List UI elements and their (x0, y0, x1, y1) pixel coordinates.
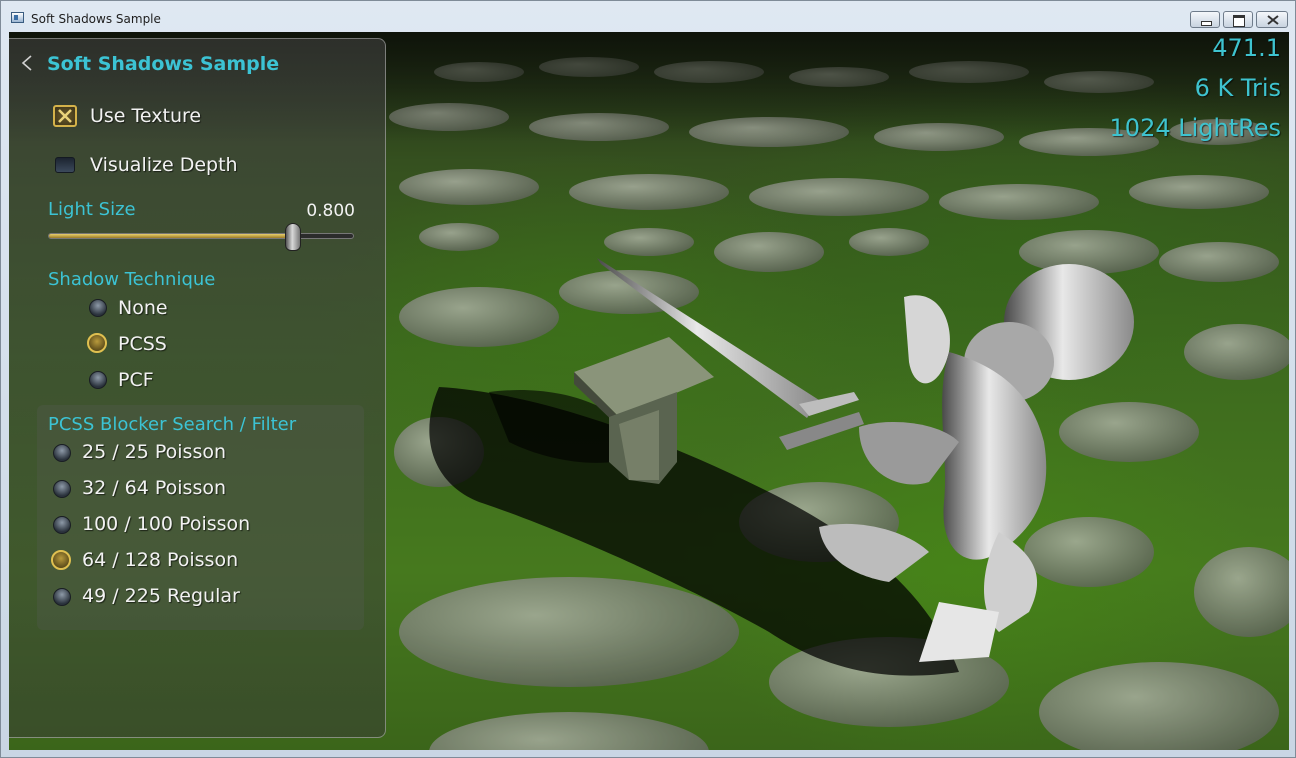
radio-filter-64-128[interactable] (51, 550, 71, 570)
shadow-pcss-label[interactable]: PCSS (118, 333, 167, 355)
slider-thumb[interactable] (284, 223, 301, 251)
light-resolution: 1024 LightRes (1109, 114, 1281, 142)
light-size-value: 0.800 (306, 201, 355, 221)
title-bar[interactable]: Soft Shadows Sample (1, 1, 1295, 32)
app-window: Soft Shadows Sample 471.1 6 K Tris 1024 … (0, 0, 1296, 758)
radio-filter-25-25[interactable] (53, 444, 71, 462)
shadow-pcf-label[interactable]: PCF (118, 369, 154, 391)
filter-32-64-label[interactable]: 32 / 64 Poisson (82, 477, 226, 499)
radio-filter-100-100[interactable] (53, 516, 71, 534)
shadow-technique-label: Shadow Technique (48, 269, 216, 290)
window-title: Soft Shadows Sample (31, 12, 161, 26)
minimize-button[interactable] (1190, 11, 1220, 28)
filter-49-225-label[interactable]: 49 / 225 Regular (82, 585, 240, 607)
radio-shadow-pcf[interactable] (89, 371, 107, 389)
close-button[interactable] (1256, 11, 1288, 28)
settings-panel: Soft Shadows Sample Use Texture Visualiz… (9, 38, 386, 738)
shadow-none-label[interactable]: None (118, 297, 168, 319)
app-icon (11, 12, 24, 23)
close-icon (1267, 15, 1279, 25)
triangle-count: 6 K Tris (1194, 74, 1281, 102)
visualize-depth-label[interactable]: Visualize Depth (90, 154, 238, 176)
filter-25-25-label[interactable]: 25 / 25 Poisson (82, 441, 226, 463)
visualize-depth-checkbox[interactable] (55, 157, 75, 173)
use-texture-checkbox[interactable] (53, 105, 77, 127)
fps-counter: 471.1 (1212, 34, 1281, 62)
panel-title: Soft Shadows Sample (47, 53, 280, 75)
checkmark-icon (58, 109, 72, 123)
filter-64-128-label[interactable]: 64 / 128 Poisson (82, 549, 238, 571)
slider-fill (49, 234, 293, 238)
radio-shadow-pcss[interactable] (87, 333, 107, 353)
maximize-button[interactable] (1223, 11, 1253, 28)
light-size-slider[interactable] (48, 233, 354, 239)
pcss-filter-label: PCSS Blocker Search / Filter (48, 414, 297, 435)
use-texture-label[interactable]: Use Texture (90, 105, 201, 127)
radio-filter-32-64[interactable] (53, 480, 71, 498)
light-size-label: Light Size (48, 199, 136, 220)
radio-filter-49-225[interactable] (53, 588, 71, 606)
radio-shadow-none[interactable] (89, 299, 107, 317)
filter-100-100-label[interactable]: 100 / 100 Poisson (82, 513, 250, 535)
collapse-arrow-icon[interactable] (21, 55, 33, 71)
